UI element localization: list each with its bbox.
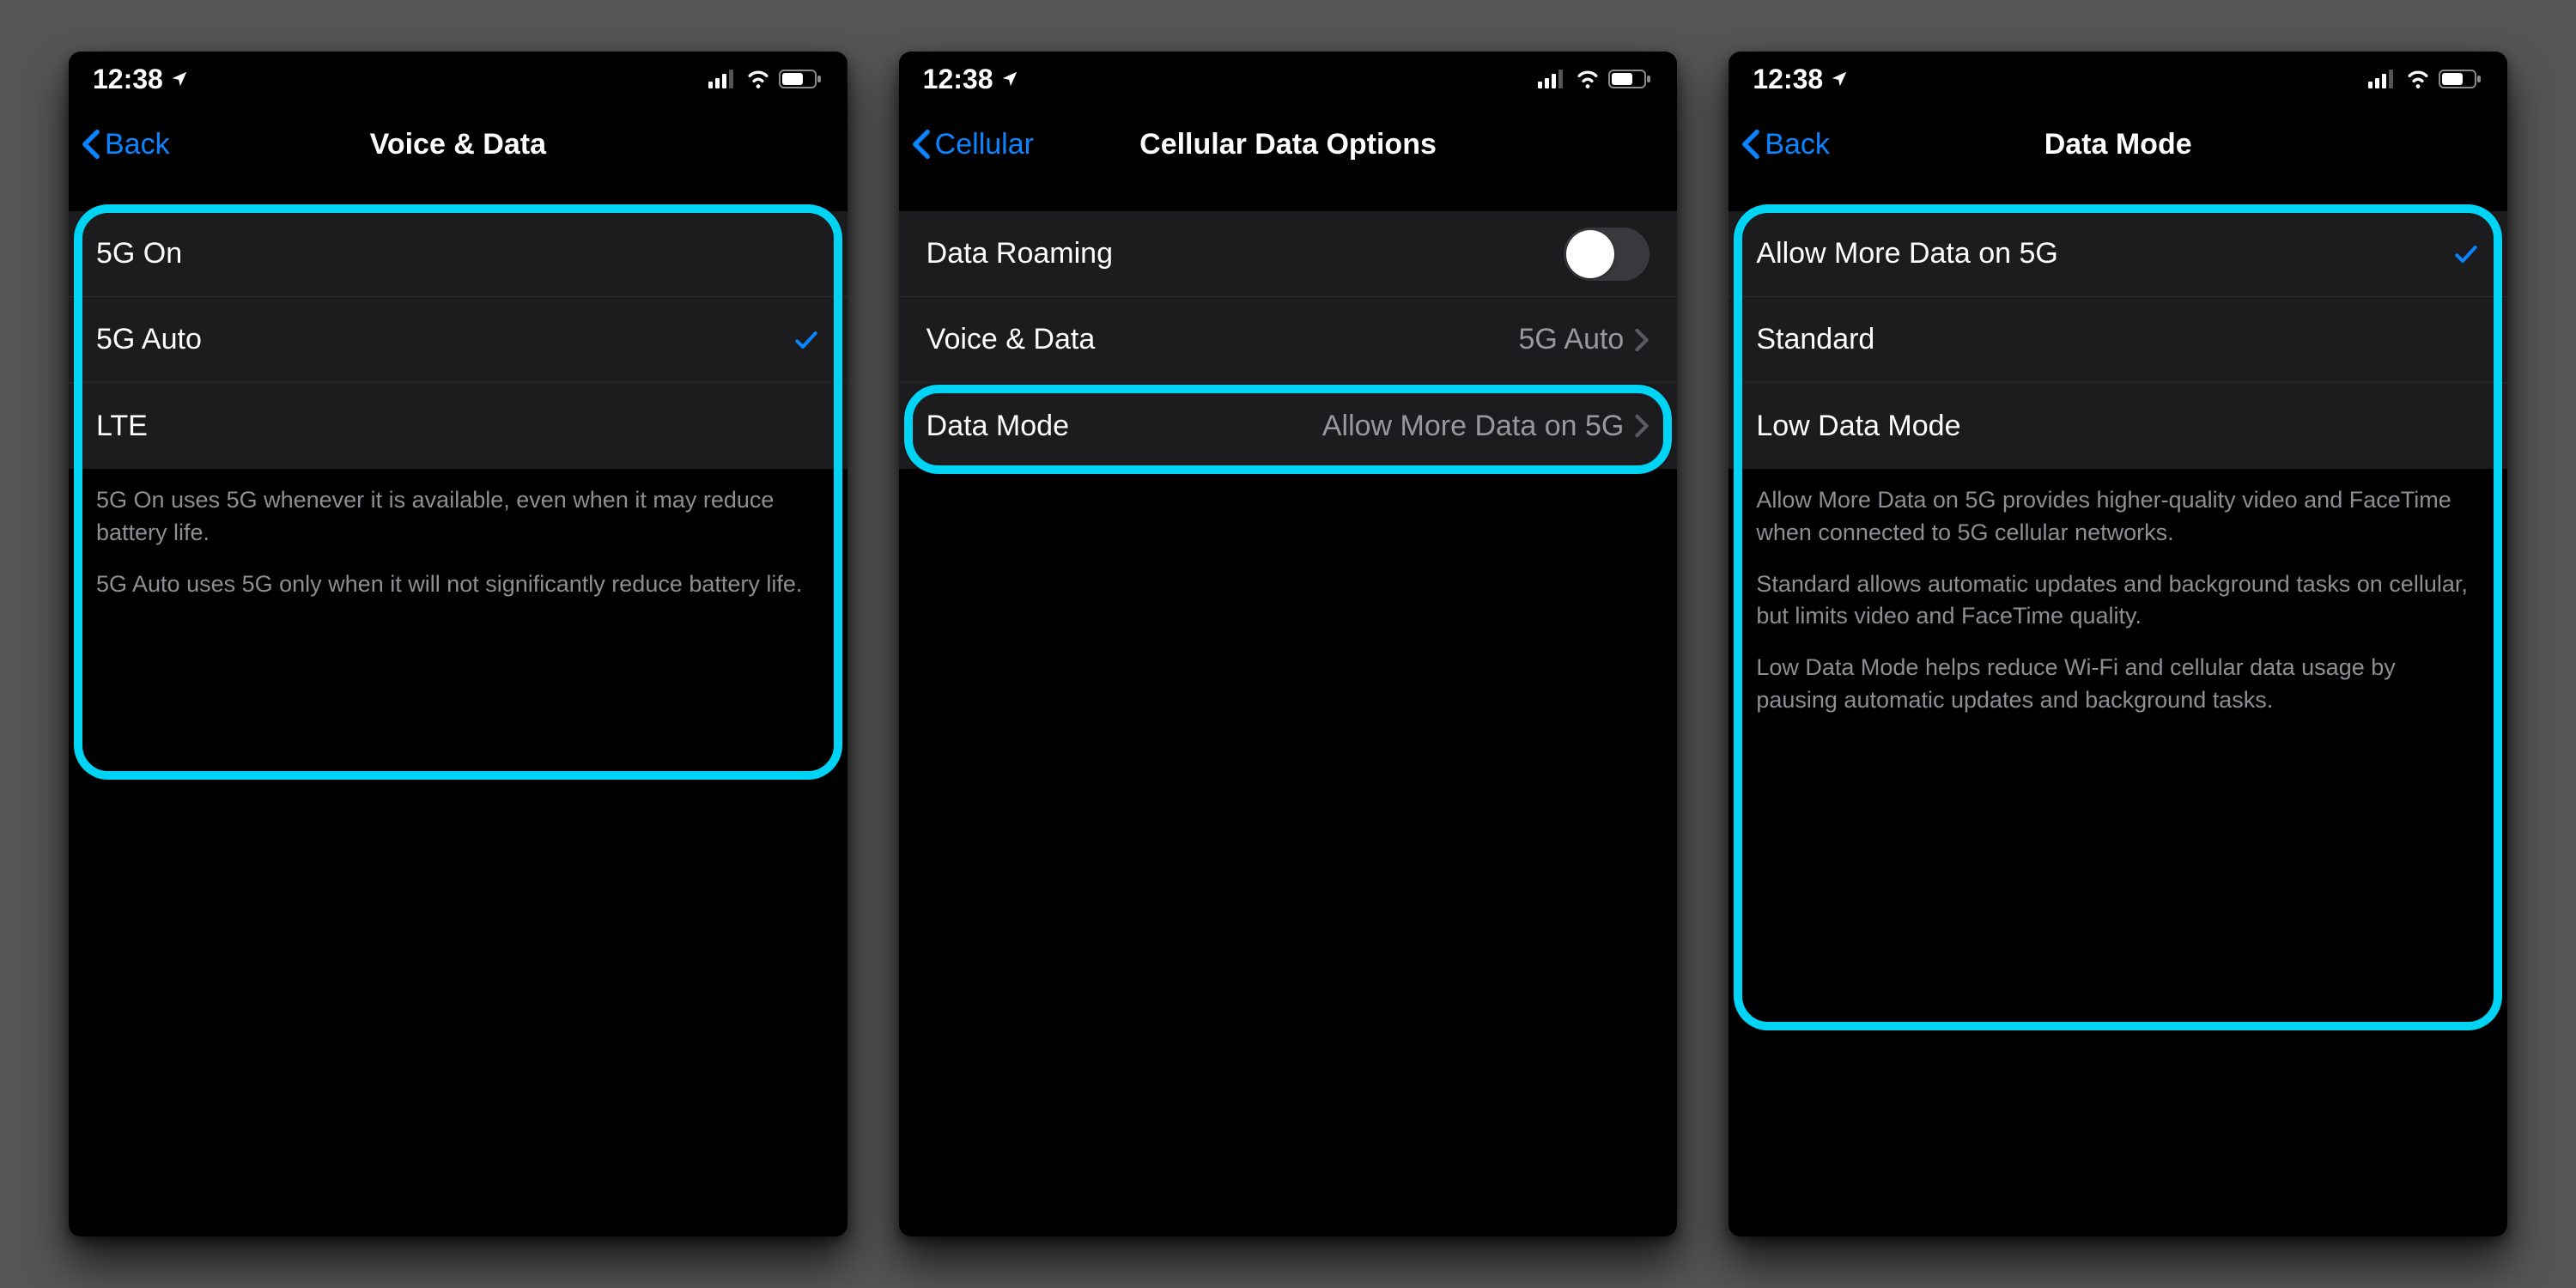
back-button[interactable]: Cellular	[911, 106, 1034, 182]
battery-icon	[1608, 70, 1651, 88]
option-low-data[interactable]: Low Data Mode	[1728, 383, 2507, 469]
back-button[interactable]: Back	[81, 106, 170, 182]
voice-data-option-group: 5G On 5G Auto LTE	[69, 211, 848, 469]
nav-bar: Back Voice & Data	[69, 106, 848, 182]
option-allow-more-5g[interactable]: Allow More Data on 5G	[1728, 211, 2507, 297]
cellular-signal-icon	[2368, 70, 2397, 88]
option-label: Low Data Mode	[1756, 410, 2480, 443]
chevron-right-icon	[1634, 414, 1649, 438]
page-title: Voice & Data	[370, 128, 546, 161]
row-label: Data Mode	[927, 410, 1322, 443]
status-right	[1538, 70, 1651, 88]
checkmark-icon	[2452, 240, 2480, 268]
row-value: 5G Auto	[1518, 323, 1624, 356]
cellular-signal-icon	[1538, 70, 1567, 88]
status-time: 12:38	[93, 64, 163, 95]
checkmark-icon	[793, 326, 820, 354]
data-roaming-toggle[interactable]	[1564, 228, 1649, 281]
status-bar: 12:38	[899, 52, 1678, 106]
option-5g-on[interactable]: 5G On	[69, 211, 848, 297]
data-mode-option-group: Allow More Data on 5G Standard Low Data …	[1728, 211, 2507, 469]
footer-text: 5G On uses 5G whenever it is available, …	[69, 469, 848, 600]
option-5g-auto[interactable]: 5G Auto	[69, 297, 848, 383]
location-icon	[1830, 70, 1849, 88]
back-label: Back	[105, 128, 170, 161]
status-time: 12:38	[923, 64, 993, 95]
chevron-right-icon	[1634, 328, 1649, 352]
battery-icon	[2439, 70, 2482, 88]
option-label: LTE	[96, 410, 820, 443]
footer-text: Allow More Data on 5G provides higher-qu…	[1728, 469, 2507, 717]
status-right	[2368, 70, 2482, 88]
option-label: 5G Auto	[96, 323, 793, 356]
status-time: 12:38	[1753, 64, 1823, 95]
row-voice-and-data[interactable]: Voice & Data 5G Auto	[899, 297, 1678, 383]
option-label: Allow More Data on 5G	[1756, 237, 2452, 270]
cellular-options-group: Data Roaming Voice & Data 5G Auto Data M…	[899, 211, 1678, 469]
status-bar: 12:38	[1728, 52, 2507, 106]
row-value: Allow More Data on 5G	[1322, 410, 1625, 443]
screen-voice-and-data: 12:38 Back Voice	[69, 52, 848, 1236]
option-label: Standard	[1756, 323, 2480, 356]
page-title: Data Mode	[2044, 128, 2192, 161]
wifi-icon	[744, 70, 772, 88]
wifi-icon	[2404, 70, 2432, 88]
battery-icon	[779, 70, 822, 88]
status-bar: 12:38	[69, 52, 848, 106]
location-icon	[170, 70, 189, 88]
back-label: Back	[1765, 128, 1830, 161]
option-lte[interactable]: LTE	[69, 383, 848, 469]
page-title: Cellular Data Options	[1139, 128, 1437, 161]
status-right	[708, 70, 822, 88]
row-data-roaming[interactable]: Data Roaming	[899, 211, 1678, 297]
back-button[interactable]: Back	[1741, 106, 1830, 182]
location-icon	[1000, 70, 1019, 88]
option-label: 5G On	[96, 237, 820, 270]
screen-data-mode: 12:38 Back Data	[1728, 52, 2507, 1236]
row-label: Voice & Data	[927, 323, 1519, 356]
back-label: Cellular	[935, 128, 1034, 161]
screen-cellular-data-options: 12:38 Cellular C	[899, 52, 1678, 1236]
nav-bar: Cellular Cellular Data Options	[899, 106, 1678, 182]
option-standard[interactable]: Standard	[1728, 297, 2507, 383]
cellular-signal-icon	[708, 70, 738, 88]
row-data-mode[interactable]: Data Mode Allow More Data on 5G	[899, 383, 1678, 469]
row-label: Data Roaming	[927, 237, 1564, 270]
nav-bar: Back Data Mode	[1728, 106, 2507, 182]
wifi-icon	[1574, 70, 1601, 88]
